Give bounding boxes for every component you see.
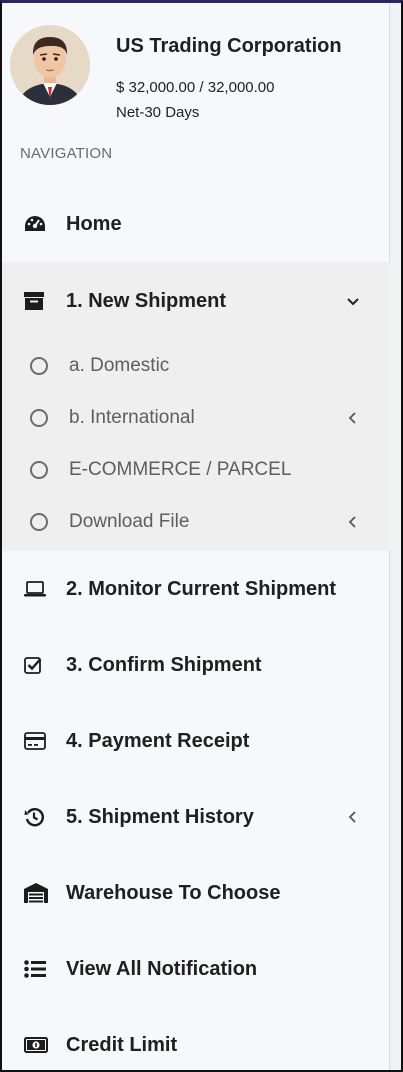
nav-item-credit-limit[interactable]: Credit Limit xyxy=(2,1007,390,1070)
nav-item-notifications[interactable]: View All Notification xyxy=(2,931,390,1007)
checkbox-icon xyxy=(24,654,50,676)
nav-subitem-label: Download File xyxy=(69,511,190,532)
nav-item-label: 3. Confirm Shipment xyxy=(66,653,262,676)
nav-subitem-label: a. Domestic xyxy=(69,355,170,376)
archive-box-icon xyxy=(24,290,50,312)
nav-subitem-domestic[interactable]: a. Domestic xyxy=(2,340,390,392)
nav-item-warehouse[interactable]: Warehouse To Choose xyxy=(2,855,390,931)
nav-item-new-shipment[interactable]: 1. New Shipment xyxy=(2,262,390,340)
nav-item-monitor-shipment[interactable]: 2. Monitor Current Shipment xyxy=(2,551,390,627)
circle-icon xyxy=(30,513,48,531)
credit-card-icon xyxy=(24,730,50,752)
nav-item-label: 4. Payment Receipt xyxy=(66,729,250,752)
avatar[interactable] xyxy=(10,25,90,105)
nav-subitem-international[interactable]: b. International xyxy=(2,392,390,444)
warehouse-icon xyxy=(24,882,50,904)
navigation-menu: Home 1. New Shipment a. Domestic b. Inte… xyxy=(2,186,390,1070)
nav-item-home[interactable]: Home xyxy=(2,186,390,262)
chevron-left-icon xyxy=(346,810,360,824)
nav-item-label: 2. Monitor Current Shipment xyxy=(66,577,336,600)
nav-item-label: Credit Limit xyxy=(66,1033,178,1056)
history-icon xyxy=(24,806,50,828)
nav-subitem-download-file[interactable]: Download File xyxy=(2,496,390,548)
nav-item-payment-receipt[interactable]: 4. Payment Receipt xyxy=(2,703,390,779)
nav-item-shipment-history[interactable]: 5. Shipment History xyxy=(2,779,390,855)
list-icon xyxy=(24,958,50,980)
nav-subitem-label: E-COMMERCE / PARCEL xyxy=(69,459,292,480)
nav-item-label: View All Notification xyxy=(66,957,258,980)
nav-group-new-shipment: 1. New Shipment a. Domestic b. Internati… xyxy=(2,262,390,551)
chevron-left-icon xyxy=(346,411,360,425)
nav-item-label: 5. Shipment History xyxy=(66,805,254,828)
chevron-down-icon xyxy=(346,294,360,308)
nav-item-label: Warehouse To Choose xyxy=(66,881,281,904)
nav-item-label: Home xyxy=(66,212,122,235)
nav-item-label: 1. New Shipment xyxy=(66,289,227,312)
sidebar: US Trading Corporation $ 32,000.00 / 32,… xyxy=(0,0,403,1072)
company-name: US Trading Corporation xyxy=(116,35,342,57)
money-bill-icon xyxy=(24,1034,50,1056)
dashboard-icon xyxy=(24,213,50,235)
nav-subitem-label: b. International xyxy=(69,407,195,428)
credit-balance: $ 32,000.00 / 32,000.00 xyxy=(116,79,275,96)
chevron-left-icon xyxy=(346,515,360,529)
navigation-header: NAVIGATION xyxy=(20,145,113,162)
user-profile: US Trading Corporation $ 32,000.00 / 32,… xyxy=(10,25,380,125)
payment-terms: Net-30 Days xyxy=(116,104,200,121)
circle-icon xyxy=(30,461,48,479)
circle-icon xyxy=(30,357,48,375)
circle-icon xyxy=(30,409,48,427)
nav-item-confirm-shipment[interactable]: 3. Confirm Shipment xyxy=(2,627,390,703)
laptop-icon xyxy=(24,578,50,600)
nav-subitem-ecommerce-parcel[interactable]: E-COMMERCE / PARCEL xyxy=(2,444,390,496)
scrollbar[interactable] xyxy=(389,3,401,1070)
